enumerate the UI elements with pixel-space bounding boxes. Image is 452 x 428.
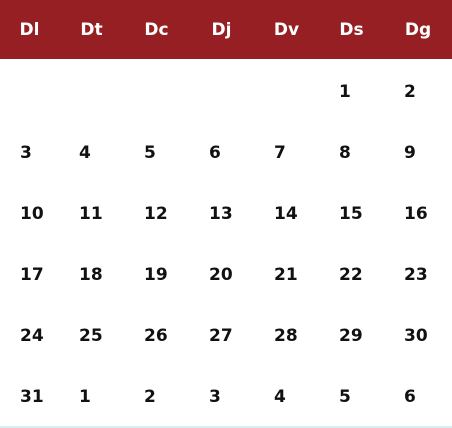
day-number: 5 (339, 387, 351, 407)
day-number: 4 (274, 387, 286, 407)
weekday-header: Dl Dt Dc Dj Dv Ds Dg (0, 0, 452, 59)
day-cell[interactable]: 29 (319, 303, 384, 364)
day-cell[interactable]: 1 (319, 59, 384, 120)
day-number: 20 (209, 265, 233, 285)
day-number: 26 (144, 326, 168, 346)
day-number: 1 (339, 82, 351, 102)
day-cell-next-month[interactable]: 3 (189, 364, 254, 425)
day-number: 28 (274, 326, 298, 346)
day-cell[interactable]: 25 (59, 303, 124, 364)
day-number: 4 (79, 143, 91, 163)
day-cell[interactable]: 15 (319, 181, 384, 242)
day-number: 24 (20, 326, 44, 346)
day-number: 15 (339, 204, 363, 224)
day-number: 29 (339, 326, 363, 346)
day-cell[interactable]: 6 (189, 120, 254, 181)
day-cell[interactable]: 14 (254, 181, 319, 242)
weekday-monday: Dl (19, 19, 40, 40)
day-cell-next-month[interactable]: 2 (124, 364, 189, 425)
day-cell[interactable]: 24 (0, 303, 59, 364)
day-number: 12 (144, 204, 168, 224)
day-cell[interactable]: 18 (59, 242, 124, 303)
day-number: 11 (79, 204, 103, 224)
day-cell[interactable]: 10 (0, 181, 59, 242)
day-number: 30 (404, 326, 428, 346)
day-number: 7 (274, 143, 286, 163)
calendar: Dl Dt Dc Dj Dv Ds Dg 1 2 3 4 5 6 7 8 9 1… (0, 0, 452, 428)
day-number: 10 (20, 204, 44, 224)
day-cell[interactable]: 17 (0, 242, 59, 303)
day-cell[interactable]: 12 (124, 181, 189, 242)
day-number: 18 (79, 265, 103, 285)
day-cell[interactable]: 16 (384, 181, 452, 242)
weekday-friday: Dv (273, 19, 300, 40)
day-number: 17 (20, 265, 44, 285)
day-cell[interactable]: 9 (384, 120, 452, 181)
day-number: 3 (20, 143, 32, 163)
day-cell[interactable]: 28 (254, 303, 319, 364)
day-number: 6 (209, 143, 221, 163)
day-number: 27 (209, 326, 233, 346)
day-number: 16 (404, 204, 428, 224)
day-cell-empty (189, 59, 254, 120)
day-cell[interactable]: 7 (254, 120, 319, 181)
day-cell[interactable]: 19 (124, 242, 189, 303)
day-number: 9 (404, 143, 416, 163)
day-cell[interactable]: 31 (0, 364, 59, 425)
day-cell[interactable]: 20 (189, 242, 254, 303)
day-cell[interactable]: 30 (384, 303, 452, 364)
weekday-tuesday: Dt (80, 19, 103, 40)
day-number: 2 (144, 387, 156, 407)
day-cell[interactable]: 23 (384, 242, 452, 303)
day-cell[interactable]: 5 (124, 120, 189, 181)
weekday-sunday: Dg (404, 19, 432, 40)
day-cell-next-month[interactable]: 6 (384, 364, 452, 425)
day-number: 1 (79, 387, 91, 407)
day-number: 31 (20, 387, 44, 407)
day-number: 2 (404, 82, 416, 102)
day-cell[interactable]: 22 (319, 242, 384, 303)
day-number: 25 (79, 326, 103, 346)
day-number: 21 (274, 265, 298, 285)
day-number: 3 (209, 387, 221, 407)
day-cell[interactable]: 27 (189, 303, 254, 364)
day-cell-empty (59, 59, 124, 120)
weekday-thursday: Dj (211, 19, 232, 40)
day-cell-empty (124, 59, 189, 120)
day-cell[interactable]: 26 (124, 303, 189, 364)
day-number: 8 (339, 143, 351, 163)
weekday-wednesday: Dc (144, 19, 169, 40)
day-number: 14 (274, 204, 298, 224)
day-cell-empty (0, 59, 59, 120)
day-cell[interactable]: 11 (59, 181, 124, 242)
day-cell[interactable]: 3 (0, 120, 59, 181)
day-cell[interactable]: 8 (319, 120, 384, 181)
day-cell-empty (254, 59, 319, 120)
weekday-saturday: Ds (339, 19, 364, 40)
day-cell[interactable]: 2 (384, 59, 452, 120)
days-grid: 1 2 3 4 5 6 7 8 9 10 11 12 13 14 15 16 1… (0, 59, 452, 425)
day-number: 22 (339, 265, 363, 285)
day-cell[interactable]: 13 (189, 181, 254, 242)
day-cell[interactable]: 4 (59, 120, 124, 181)
day-cell-next-month[interactable]: 1 (59, 364, 124, 425)
day-number: 19 (144, 265, 168, 285)
day-number: 23 (404, 265, 428, 285)
day-number: 5 (144, 143, 156, 163)
day-cell-next-month[interactable]: 4 (254, 364, 319, 425)
day-cell-next-month[interactable]: 5 (319, 364, 384, 425)
day-cell[interactable]: 21 (254, 242, 319, 303)
day-number: 13 (209, 204, 233, 224)
day-number: 6 (404, 387, 416, 407)
